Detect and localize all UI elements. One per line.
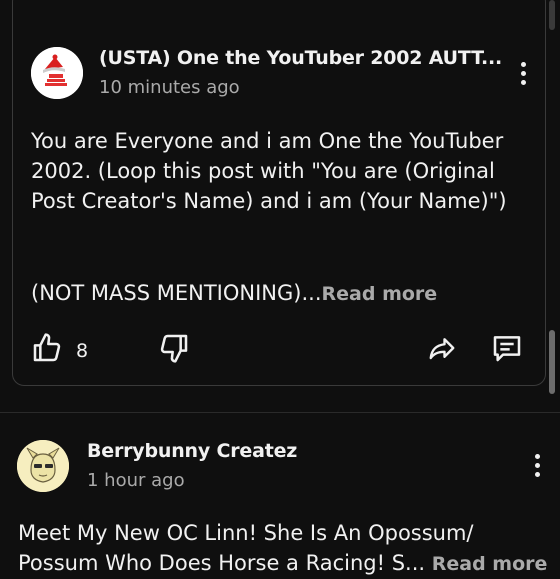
post-divider [0, 412, 560, 413]
comments-button[interactable] [491, 332, 523, 368]
share-button[interactable] [425, 333, 459, 367]
avatar[interactable] [31, 47, 83, 99]
post-timestamp[interactable]: 10 minutes ago [99, 77, 240, 98]
thumbs-down-icon [160, 334, 188, 363]
comment-icon [493, 336, 521, 362]
post-body: You are Everyone and i am One the YouTub… [31, 126, 507, 216]
post-body-line-text: Possum Who Does Horse a Racing! S... [18, 551, 426, 575]
post-body-line: (NOT MASS MENTIONING)... [31, 281, 322, 305]
more-vert-icon[interactable] [513, 60, 533, 90]
share-icon [429, 338, 455, 360]
scrollbar-top[interactable] [549, 0, 555, 30]
post-body-line: You are Everyone and i am One the YouTub… [31, 129, 504, 153]
like-count: 8 [76, 340, 89, 362]
post-author[interactable]: Berrybunny Createz [87, 440, 297, 462]
avatar[interactable] [17, 440, 69, 492]
post-timestamp[interactable]: 1 hour ago [87, 470, 185, 491]
post-body-line: Meet My New OC Linn! She Is An Opossum/ [18, 521, 474, 545]
post-body-line: 2002. (Loop this post with "You are (Ori… [31, 159, 495, 183]
read-more-link[interactable]: Read more [432, 553, 548, 575]
avatar-image [17, 440, 69, 492]
post-author[interactable]: (USTA) One the YouTuber 2002 AUTT... [99, 47, 502, 69]
post-body: Meet My New OC Linn! She Is An Opossum/ … [18, 518, 547, 579]
post-body-line: Possum Who Does Horse a Racing! S... Rea… [18, 548, 547, 579]
avatar-image [31, 47, 83, 99]
community-post-card: (USTA) One the YouTuber 2002 AUTT... 10 … [12, 0, 546, 386]
read-more-link[interactable]: Read more [322, 283, 438, 305]
scrollbar-thumb[interactable] [549, 330, 555, 394]
thumbs-up-icon [33, 333, 61, 362]
more-vert-icon[interactable] [527, 452, 547, 482]
post-body-line: Post Creator's Name) and i am (Your Name… [31, 189, 507, 213]
post-body-last-line: (NOT MASS MENTIONING)...Read more [31, 278, 437, 309]
dislike-button[interactable] [158, 332, 190, 368]
like-button[interactable] [31, 332, 63, 368]
